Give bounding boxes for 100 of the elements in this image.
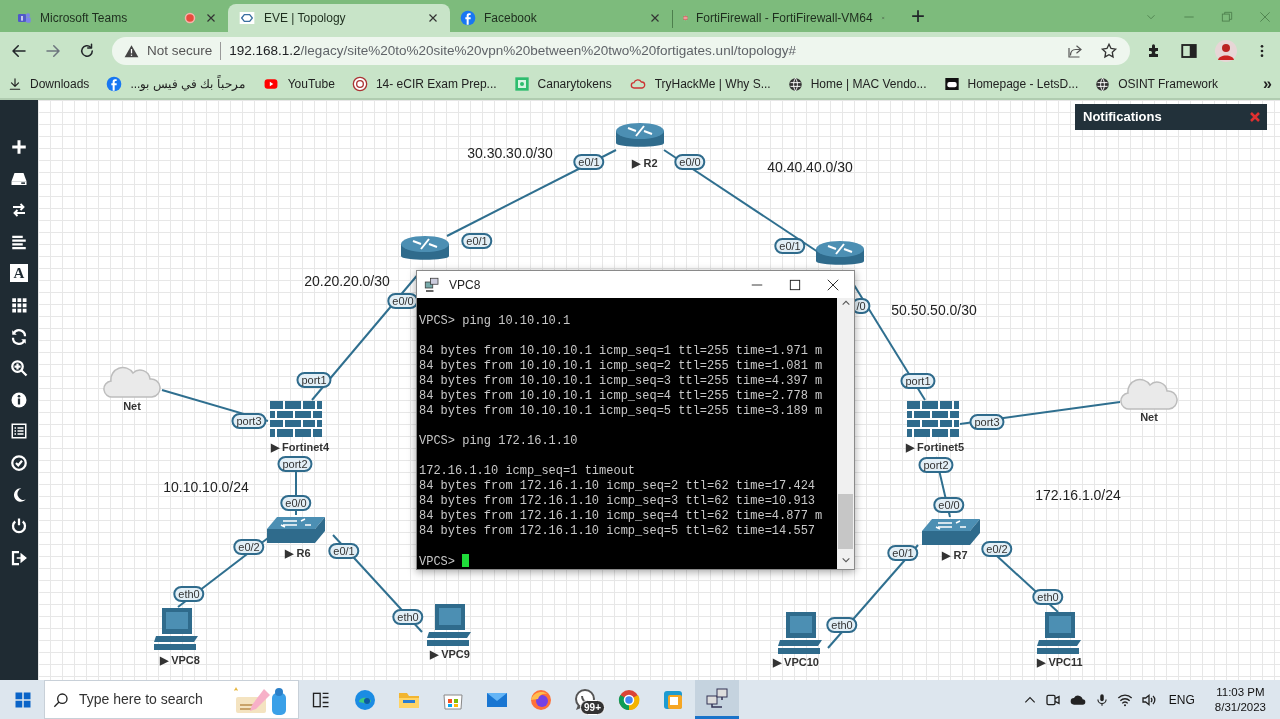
address-bar[interactable]: Not secure 192.168.1.2/legacy/site%20to%20site%20vpn%20between%20two%20fortigates.unl/topology# bbox=[112, 37, 1130, 65]
windows-start-icon[interactable] bbox=[14, 690, 32, 709]
microphone-icon[interactable] bbox=[1094, 691, 1109, 708]
download-icon bbox=[8, 77, 22, 91]
node-label: Net bbox=[1140, 409, 1158, 425]
bookmark-link[interactable]: Home | MAC Vendo... bbox=[787, 75, 927, 93]
node-label: ▶ R2 bbox=[632, 155, 658, 171]
add-icon[interactable] bbox=[10, 138, 28, 156]
port-label: port3 bbox=[231, 413, 267, 429]
port-label: eth0 bbox=[1032, 589, 1064, 605]
search-icon bbox=[53, 691, 69, 708]
bookmark-link[interactable]: Canarytokens bbox=[513, 75, 612, 93]
scroll-up-icon[interactable] bbox=[840, 298, 851, 308]
maximize-icon[interactable] bbox=[788, 277, 802, 292]
check-circle-icon[interactable] bbox=[10, 453, 28, 472]
port-label: eth0 bbox=[392, 609, 424, 625]
more-bookmarks-button[interactable]: » bbox=[1263, 72, 1272, 96]
port-label: e0/0 bbox=[674, 154, 706, 170]
terminal-line: VPCS> bbox=[419, 555, 455, 569]
port-label: e0/1 bbox=[774, 238, 806, 254]
warning-icon bbox=[124, 43, 139, 59]
url-text: 192.168.1.2/legacy/site%20to%20site%20vpn%20between%20two%20fortigates.unl/topology# bbox=[229, 41, 796, 60]
firefox-icon bbox=[529, 687, 553, 712]
text-tool-button[interactable]: A bbox=[10, 264, 28, 283]
language-indicator[interactable]: ENG bbox=[1164, 690, 1199, 709]
clock-time[interactable]: 11:03 PM bbox=[1216, 685, 1265, 700]
browser-tab[interactable]: Facebook bbox=[450, 4, 672, 32]
reload-icon[interactable] bbox=[78, 42, 96, 60]
firewall-icon[interactable] bbox=[905, 399, 961, 439]
port-label: e0/1 bbox=[887, 545, 919, 561]
port-label: eth0 bbox=[826, 617, 858, 633]
terminal-line: 84 bytes from 10.10.10.1 icmp_seq=2 ttl=255 time=1.081 m bbox=[419, 359, 823, 373]
node-label: ▶ R7 bbox=[942, 547, 968, 563]
info-icon[interactable] bbox=[10, 390, 28, 409]
taskbar-app-button[interactable]: 99+ bbox=[563, 680, 607, 719]
terminal-line: 84 bytes from 10.10.10.1 icmp_seq=1 ttl=255 time=1.971 m bbox=[419, 344, 823, 358]
globe-icon bbox=[1095, 76, 1111, 92]
node-label: ▶ R6 bbox=[285, 545, 311, 561]
port-label: e0/1 bbox=[461, 233, 493, 249]
scroll-down-icon[interactable] bbox=[840, 555, 851, 565]
terminal-line: 84 bytes from 10.10.10.1 icmp_seq=3 ttl=255 time=4.397 m bbox=[419, 374, 823, 388]
bookmark-link[interactable]: مرحباً بك في فيس بو... bbox=[106, 75, 245, 93]
search-field[interactable]: Type here to search bbox=[77, 688, 222, 711]
node-label: ▶ VPC10 bbox=[773, 654, 819, 670]
firewall-icon[interactable] bbox=[268, 399, 324, 439]
grid-icon[interactable] bbox=[10, 295, 28, 314]
switch-icon[interactable] bbox=[920, 517, 982, 547]
security-status: Not secure bbox=[147, 41, 213, 60]
facebook-icon bbox=[106, 76, 123, 92]
terminal-line: 84 bytes from 10.10.10.1 icmp_seq=4 ttl=255 time=2.778 m bbox=[419, 389, 823, 403]
clock-date[interactable]: 8/31/2023 bbox=[1214, 699, 1266, 714]
speaker-icon[interactable] bbox=[1140, 691, 1157, 708]
refresh-icon[interactable] bbox=[10, 327, 28, 346]
browser-tab[interactable]: EVE | Topology bbox=[228, 4, 450, 32]
search-bar[interactable]: Type here to search bbox=[44, 680, 299, 719]
node-label: ▶ Fortinet4 bbox=[270, 439, 330, 455]
port-label: e0/1 bbox=[573, 154, 605, 170]
terminal-line: 84 bytes from 172.16.1.10 icmp_seq=5 ttl=62 time=14.557 bbox=[419, 524, 816, 538]
bookmark-link[interactable]: 14- eCIR Exam Prep... bbox=[351, 75, 497, 93]
circle-emblem-icon bbox=[351, 76, 368, 92]
network-label: 10.10.10.0/24 bbox=[163, 477, 249, 497]
bookmark-link[interactable]: TryHackMe | Why S... bbox=[628, 75, 771, 93]
back-icon[interactable] bbox=[10, 42, 28, 60]
bookmark-link[interactable]: YouTube bbox=[261, 75, 335, 93]
robot-face-icon bbox=[943, 76, 960, 92]
zoom-in-icon[interactable] bbox=[10, 359, 28, 378]
node-label: Net bbox=[123, 398, 141, 414]
port-label: e0/2 bbox=[981, 541, 1013, 557]
network-label: 172.16.1.0/24 bbox=[1035, 485, 1121, 505]
terminal-line: 84 bytes from 172.16.1.10 icmp_seq=4 ttl=62 time=4.877 m bbox=[419, 509, 823, 523]
switch-icon[interactable] bbox=[265, 515, 327, 545]
terminal-line: 84 bytes from 10.10.10.1 icmp_seq=5 ttl=255 time=3.189 m bbox=[419, 404, 823, 418]
node-label: ▶ Fortinet5 bbox=[905, 439, 965, 455]
globe-icon bbox=[787, 76, 803, 92]
forward-icon[interactable] bbox=[44, 42, 62, 60]
side-panel-icon[interactable] bbox=[1180, 42, 1198, 60]
canary-icon bbox=[513, 76, 530, 92]
close-icon[interactable] bbox=[826, 277, 840, 292]
star-icon[interactable] bbox=[1100, 42, 1118, 60]
port-label: port2 bbox=[918, 457, 954, 473]
bookmark-link[interactable]: OSINT Framework bbox=[1095, 75, 1218, 93]
list-icon[interactable] bbox=[10, 422, 28, 441]
bookmark-link[interactable]: Downloads bbox=[8, 75, 90, 93]
network-label: 40.40.40.0/30 bbox=[767, 157, 853, 177]
avatar-icon[interactable] bbox=[1214, 39, 1238, 63]
browser-tab[interactable]: FortiFirewall - FortiFirewall-VM64 bbox=[673, 4, 895, 32]
notification-badge: 99+ bbox=[580, 700, 605, 715]
teams-icon bbox=[16, 10, 32, 26]
browser-tab[interactable]: Microsoft Teams bbox=[6, 4, 228, 32]
notifications-title: Notifications bbox=[1083, 108, 1162, 127]
network-label: 30.30.30.0/30 bbox=[467, 143, 553, 163]
cloud-outline-icon bbox=[628, 76, 647, 92]
port-label: e0/2 bbox=[233, 539, 265, 555]
scrollbar-thumb[interactable] bbox=[838, 494, 853, 549]
sign-out-icon[interactable] bbox=[10, 548, 28, 567]
chrome-icon bbox=[617, 687, 641, 712]
power-icon[interactable] bbox=[10, 517, 28, 536]
new-tab-button[interactable]: + bbox=[911, 4, 925, 28]
bookmark-link[interactable]: Homepage - LetsD... bbox=[943, 75, 1079, 93]
network-label: 20.20.20.0/30 bbox=[304, 271, 390, 291]
